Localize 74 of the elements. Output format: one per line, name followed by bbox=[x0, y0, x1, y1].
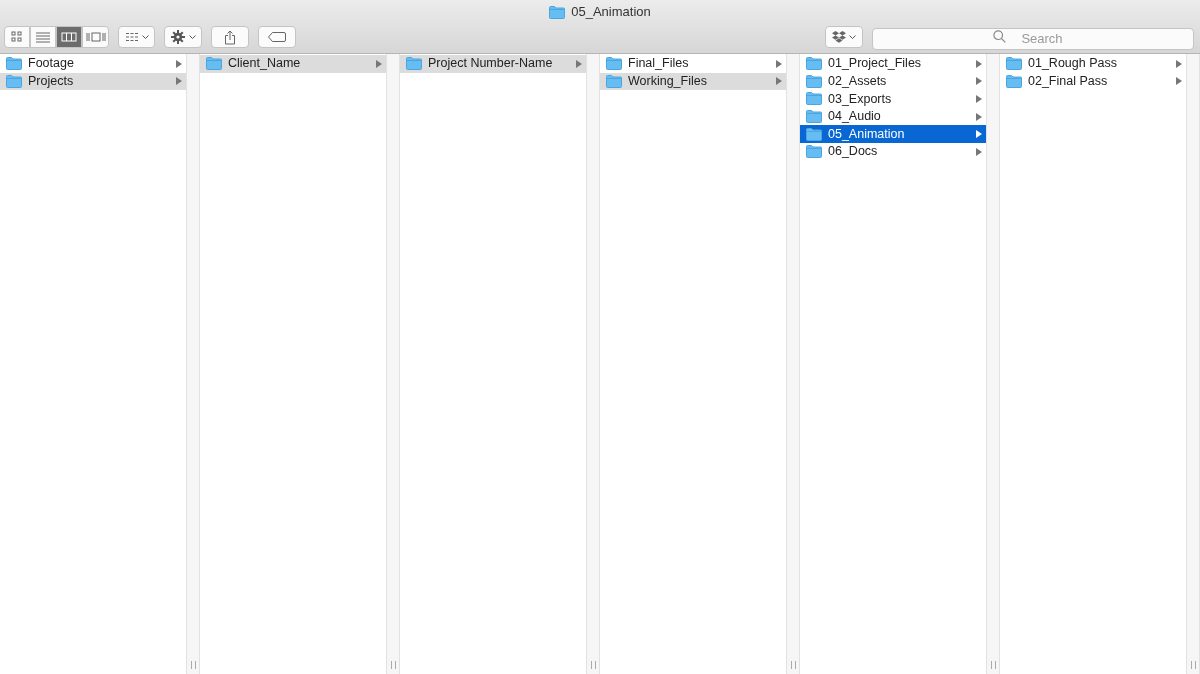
caret-icon bbox=[188, 34, 196, 40]
folder-row[interactable]: Footage bbox=[0, 55, 186, 73]
column-view-icon bbox=[61, 31, 77, 43]
folder-row[interactable]: Client_Name bbox=[200, 55, 386, 73]
folder-row[interactable]: 06_Docs bbox=[800, 142, 986, 161]
caret-icon bbox=[141, 34, 149, 40]
folder-name: Footage bbox=[28, 55, 75, 73]
view-mode-button[interactable] bbox=[4, 26, 30, 48]
folder-icon bbox=[806, 145, 822, 159]
folder-row[interactable]: Working_Files bbox=[600, 72, 786, 91]
grid-icon bbox=[124, 32, 139, 42]
share-icon bbox=[224, 29, 236, 45]
resize-grip-icon[interactable] bbox=[990, 661, 996, 669]
folder-icon bbox=[1006, 57, 1022, 71]
folder-name: 02_Assets bbox=[828, 73, 888, 90]
folder-name: 01_Project_Files bbox=[828, 55, 923, 73]
folder-icon bbox=[806, 92, 822, 106]
gallery-view-icon bbox=[85, 31, 106, 43]
folder-icon bbox=[606, 57, 622, 71]
folder-icon bbox=[806, 110, 822, 124]
folder-name: Project Number-Name bbox=[428, 55, 554, 73]
folder-name: 06_Docs bbox=[828, 143, 879, 161]
resize-grip-icon[interactable] bbox=[190, 661, 196, 669]
disclosure-icon bbox=[576, 59, 582, 68]
folder-row[interactable]: 01_Rough Pass bbox=[1000, 55, 1186, 73]
gear-icon bbox=[170, 30, 185, 44]
folder-row[interactable]: Project Number-Name bbox=[400, 55, 586, 73]
resize-grip-icon[interactable] bbox=[590, 661, 596, 669]
folder-name: 05_Animation bbox=[828, 125, 906, 143]
folder-name: 03_Exports bbox=[828, 90, 893, 108]
folder-icon bbox=[1006, 74, 1022, 88]
folder-name: 02_Final Pass bbox=[1028, 73, 1109, 90]
folder-row[interactable]: 02_Final Pass bbox=[1000, 72, 1186, 91]
folder-icon bbox=[6, 57, 22, 71]
folder-name: Final_Files bbox=[628, 55, 690, 73]
folder-row[interactable]: 03_Exports bbox=[800, 90, 986, 108]
share-button[interactable] bbox=[211, 26, 249, 48]
folder-name: Projects bbox=[28, 73, 75, 90]
folder-icon bbox=[806, 57, 822, 71]
folder-name: Working_Files bbox=[628, 73, 708, 90]
folder-icon bbox=[206, 57, 222, 71]
disclosure-icon bbox=[976, 95, 982, 103]
folder-row[interactable]: 05_Animation bbox=[800, 125, 986, 143]
folder-icon bbox=[806, 127, 822, 141]
folder-name: Client_Name bbox=[228, 55, 302, 73]
icon-view-icon bbox=[10, 31, 24, 43]
arrange-button[interactable] bbox=[118, 26, 155, 48]
folder-row[interactable]: Final_Files bbox=[600, 55, 786, 73]
folder-row[interactable]: 01_Project_Files bbox=[800, 55, 986, 73]
tag-icon bbox=[268, 32, 286, 42]
folder-name: 01_Rough Pass bbox=[1028, 55, 1118, 73]
folder-icon bbox=[406, 57, 422, 71]
search-field[interactable]: Search bbox=[872, 27, 1194, 50]
tag-button[interactable] bbox=[258, 26, 296, 48]
resize-grip-icon[interactable] bbox=[390, 661, 396, 669]
dropbox-icon bbox=[832, 31, 846, 43]
list-view-icon bbox=[35, 31, 51, 43]
resize-grip-icon[interactable] bbox=[1190, 661, 1196, 669]
window-title: 05_Animation bbox=[571, 3, 651, 22]
action-button[interactable] bbox=[164, 26, 202, 48]
folder-icon bbox=[606, 74, 622, 88]
folder-icon bbox=[549, 5, 566, 19]
dropbox-button[interactable] bbox=[825, 26, 863, 48]
resize-grip-icon[interactable] bbox=[790, 661, 796, 669]
caret-icon bbox=[849, 34, 856, 40]
folder-row[interactable]: 02_Assets bbox=[800, 72, 986, 91]
search-icon bbox=[993, 30, 1006, 43]
view-mode-button[interactable] bbox=[56, 26, 82, 48]
folder-icon bbox=[6, 74, 22, 88]
folder-row[interactable]: 04_Audio bbox=[800, 107, 986, 126]
folder-icon bbox=[806, 74, 822, 88]
folder-row[interactable]: Projects bbox=[0, 72, 186, 91]
disclosure-icon bbox=[376, 59, 382, 68]
folder-name: 04_Audio bbox=[828, 108, 882, 126]
